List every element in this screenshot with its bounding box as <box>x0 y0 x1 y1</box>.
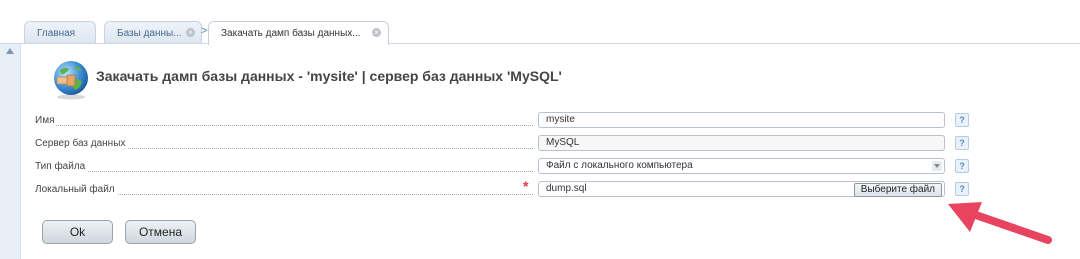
breadcrumb-arrow-icon: > <box>201 25 208 37</box>
close-icon[interactable]: × <box>372 28 381 37</box>
dotted-leader <box>35 125 533 126</box>
form-row-server: Сервер баз данных MySQL ? <box>35 135 985 153</box>
collapse-arrow-icon[interactable] <box>6 48 14 54</box>
main-content: Закачать дамп базы данных - 'mysite' | с… <box>21 44 1080 259</box>
help-icon[interactable]: ? <box>955 113 969 127</box>
globe-upload-icon <box>54 61 88 100</box>
required-marker: * <box>523 178 529 194</box>
tab-home[interactable]: Главная <box>24 21 96 43</box>
tab-databases-label: Базы данны... <box>117 28 182 39</box>
help-icon[interactable]: ? <box>955 136 969 150</box>
tab-upload-dump-label: Закачать дамп базы данных... <box>221 28 361 39</box>
left-rail[interactable] <box>0 44 21 259</box>
close-icon[interactable]: × <box>186 28 195 37</box>
form-row-local-file: Локальный файл * dump.sql Выберите файл … <box>35 178 985 199</box>
form-row-file-type: Тип файла Файл с локального компьютера ? <box>35 158 985 176</box>
help-icon[interactable]: ? <box>955 159 969 173</box>
local-file-value: dump.sql <box>546 183 587 194</box>
chevron-down-icon[interactable] <box>932 161 942 171</box>
server-field: MySQL <box>538 135 945 151</box>
choose-file-button[interactable]: Выберите файл <box>853 183 942 197</box>
ok-button[interactable]: Ok <box>42 220 113 244</box>
name-field[interactable]: mysite <box>538 112 945 128</box>
tab-upload-dump[interactable]: Закачать дамп базы данных... × <box>208 21 389 45</box>
tab-home-label: Главная <box>37 28 76 39</box>
file-type-value: Файл с локального компьютера <box>546 160 693 171</box>
form-row-name: Имя mysite ? <box>35 112 985 130</box>
tab-databases[interactable]: Базы данны... × <box>104 21 202 43</box>
cancel-button[interactable]: Отмена <box>125 220 196 244</box>
help-icon[interactable]: ? <box>955 182 969 196</box>
page-title: Закачать дамп базы данных - 'mysite' | с… <box>96 68 562 84</box>
tab-bar: Главная Базы данны... × > Закачать дамп … <box>0 0 1080 45</box>
local-file-input[interactable]: dump.sql Выберите файл <box>538 181 945 197</box>
red-arrow-annotation <box>948 202 1052 244</box>
file-type-select[interactable]: Файл с локального компьютера <box>538 158 945 174</box>
dotted-leader <box>35 171 533 172</box>
